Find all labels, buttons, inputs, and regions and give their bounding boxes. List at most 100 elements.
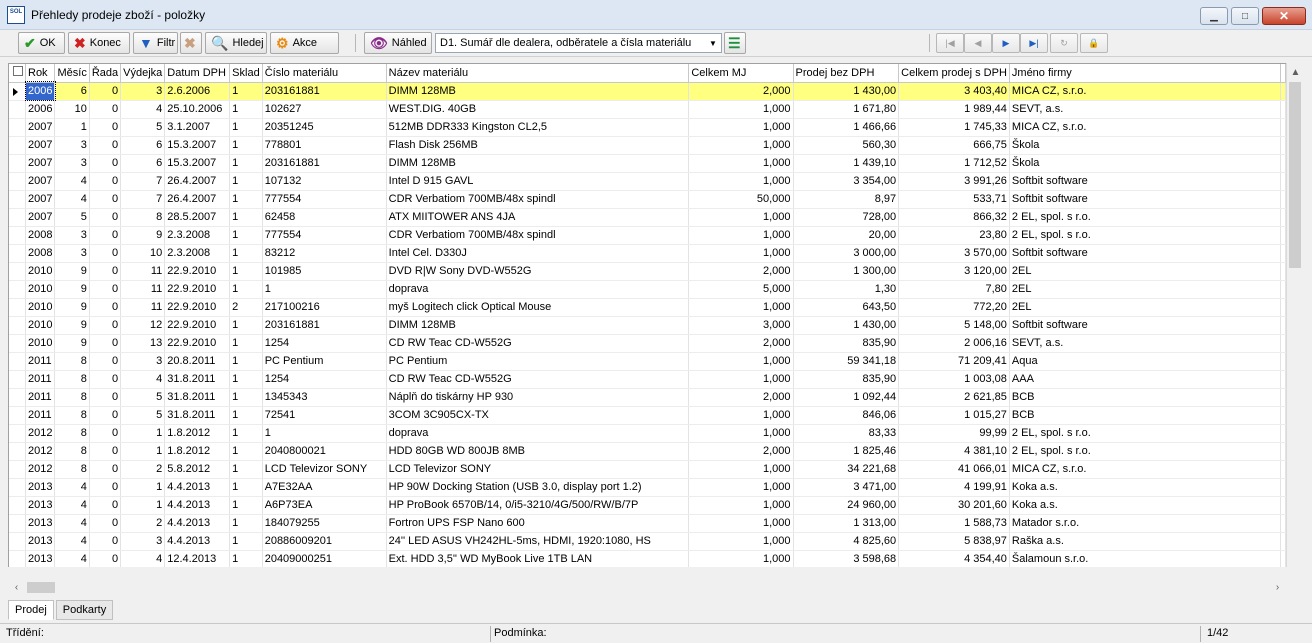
table-cell[interactable]: 0 — [89, 118, 122, 137]
table-cell[interactable]: 2013 — [25, 478, 56, 497]
table-cell[interactable]: 2006 — [24, 81, 57, 101]
table-cell[interactable]: 3COM 3C905CX-TX — [386, 406, 690, 425]
table-cell[interactable]: 1 003,08 — [898, 370, 1010, 389]
table-cell[interactable]: 8 — [120, 208, 166, 227]
table-cell[interactable]: DIMM 128MB — [386, 82, 690, 101]
table-cell[interactable]: 1 — [229, 388, 263, 407]
table-cell[interactable]: 1,000 — [688, 550, 794, 567]
table-cell[interactable]: 0 — [89, 316, 122, 335]
table-cell[interactable]: 2006 — [25, 100, 56, 119]
table-cell[interactable]: 778801 — [262, 136, 387, 155]
scroll-right-icon[interactable]: › — [1269, 579, 1286, 596]
table-cell[interactable]: 1 — [229, 82, 263, 101]
column-header[interactable]: Název materiálu — [386, 64, 690, 83]
table-cell[interactable]: 0 — [89, 244, 122, 263]
table-cell[interactable]: 4.4.2013 — [164, 532, 231, 551]
table-cell[interactable]: 22.9.2010 — [164, 280, 231, 299]
table-cell[interactable]: PC Pentium — [386, 352, 690, 371]
table-cell[interactable]: 2.6.2006 — [164, 82, 231, 101]
table-cell[interactable]: Raška a.s. — [1009, 532, 1282, 551]
report-select[interactable]: D1. Sumář dle dealera, odběratele a čísl… — [435, 33, 722, 53]
hledej-button[interactable]: 🔍 Hledej — [205, 32, 267, 54]
table-cell[interactable]: 5 — [54, 208, 90, 227]
table-cell[interactable]: 2008 — [25, 244, 56, 263]
table-cell[interactable]: 1 430,00 — [793, 316, 900, 335]
table-cell[interactable]: 2012 — [25, 424, 56, 443]
table-cell[interactable]: 0 — [89, 514, 122, 533]
table-cell[interactable]: 1 — [229, 406, 263, 425]
akce-button[interactable]: ⚙ Akce — [270, 32, 339, 54]
column-header[interactable]: Datum DPH — [164, 64, 231, 83]
table-cell[interactable]: myš Logitech click Optical Mouse — [386, 298, 690, 317]
row-indicator[interactable] — [9, 460, 26, 479]
table-row[interactable]: 2012 8 0 1 1.8.2012 1 2040800021 HDD 80GB WD 80… — [9, 442, 1286, 461]
table-cell[interactable]: 1 745,33 — [898, 118, 1010, 137]
table-cell[interactable]: 2.3.2008 — [164, 244, 231, 263]
table-cell[interactable]: 4 354,40 — [898, 550, 1010, 567]
table-cell[interactable]: 1.8.2012 — [164, 442, 231, 461]
table-cell[interactable]: 11 — [120, 298, 166, 317]
table-cell[interactable]: 2011 — [25, 406, 56, 425]
table-cell[interactable]: 1 466,66 — [793, 118, 900, 137]
row-indicator[interactable] — [9, 370, 26, 389]
table-cell[interactable]: 2007 — [25, 208, 56, 227]
table-row[interactable]: 2012 8 0 2 5.8.2012 1 LCD Televizor SONY LCD Te… — [9, 460, 1286, 479]
table-cell[interactable]: 2 EL, spol. s r.o. — [1009, 208, 1282, 227]
table-cell[interactable]: 4 — [54, 550, 90, 567]
table-cell[interactable]: 0 — [89, 496, 122, 515]
table-cell[interactable]: 3 000,00 — [793, 244, 900, 263]
table-cell[interactable]: 5 148,00 — [898, 316, 1010, 335]
table-cell[interactable]: 3,000 — [688, 316, 794, 335]
table-cell[interactable]: BCB — [1009, 388, 1282, 407]
table-cell[interactable]: 1 671,80 — [793, 100, 900, 119]
table-cell[interactable]: 3 — [54, 244, 90, 263]
table-cell[interactable]: 4 — [120, 370, 166, 389]
table-cell[interactable]: 15.3.2007 — [164, 136, 231, 155]
table-cell[interactable]: 643,50 — [793, 298, 900, 317]
table-cell[interactable]: 666,75 — [898, 136, 1010, 155]
table-cell[interactable]: 3 403,40 — [898, 82, 1010, 101]
table-cell[interactable]: SEVT, a.s. — [1009, 334, 1282, 353]
table-cell[interactable]: 2 — [120, 460, 166, 479]
table-row[interactable]: 2010 9 0 13 22.9.2010 1 1254 CD RW Teac CD-W552… — [9, 334, 1286, 353]
table-cell[interactable]: 1,000 — [688, 118, 794, 137]
table-cell[interactable]: 26.4.2007 — [164, 172, 231, 191]
table-cell[interactable]: 2010 — [25, 298, 56, 317]
table-cell[interactable]: 1,000 — [688, 514, 794, 533]
table-cell[interactable]: 4.4.2013 — [164, 514, 231, 533]
table-cell[interactable]: 2008 — [25, 226, 56, 245]
table-cell[interactable]: 31.8.2011 — [164, 406, 231, 425]
table-cell[interactable]: CD RW Teac CD-W552G — [386, 370, 690, 389]
row-indicator[interactable] — [9, 262, 26, 281]
table-cell[interactable]: CDR Verbatiom 700MB/48x spindl — [386, 190, 690, 209]
next-record-button[interactable]: ▶ — [992, 33, 1020, 53]
row-indicator[interactable] — [9, 334, 26, 353]
table-cell[interactable]: 1 300,00 — [793, 262, 900, 281]
table-cell[interactable]: 12 — [120, 316, 166, 335]
select-all-checkbox-cell[interactable] — [9, 64, 26, 83]
table-cell[interactable]: 0 — [89, 478, 122, 497]
row-indicator[interactable] — [9, 100, 26, 119]
table-cell[interactable]: 8,97 — [793, 190, 900, 209]
table-cell[interactable]: 2012 — [25, 460, 56, 479]
table-cell[interactable]: Aqua — [1009, 352, 1282, 371]
table-cell[interactable]: DVD R|W Sony DVD-W552G — [386, 262, 690, 281]
table-cell[interactable]: 41 066,01 — [898, 460, 1010, 479]
table-cell[interactable]: DIMM 128MB — [386, 316, 690, 335]
table-cell[interactable]: 3 471,00 — [793, 478, 900, 497]
close-button[interactable]: ✕ — [1262, 7, 1306, 25]
table-cell[interactable]: Náplň do tiskárny HP 930 — [386, 388, 690, 407]
table-row[interactable]: 2008 3 0 9 2.3.2008 1 777554 CDR Verbatiom 700M… — [9, 226, 1286, 245]
table-cell[interactable]: 6 — [120, 136, 166, 155]
row-indicator[interactable] — [9, 478, 26, 497]
konec-button[interactable]: ✖ Konec — [68, 32, 130, 54]
table-cell[interactable]: 9 — [54, 280, 90, 299]
table-cell[interactable]: 2 EL, spol. s r.o. — [1009, 442, 1282, 461]
table-cell[interactable]: 1 — [262, 280, 387, 299]
table-cell[interactable]: 0 — [89, 262, 122, 281]
table-cell[interactable]: 2013 — [25, 514, 56, 533]
table-cell[interactable]: 0 — [89, 550, 122, 567]
table-row[interactable]: 2007 5 0 8 28.5.2007 1 62458 ATX MIITOWER ANS 4… — [9, 208, 1286, 227]
table-cell[interactable]: 1 — [120, 442, 166, 461]
table-cell[interactable]: 10 — [120, 244, 166, 263]
